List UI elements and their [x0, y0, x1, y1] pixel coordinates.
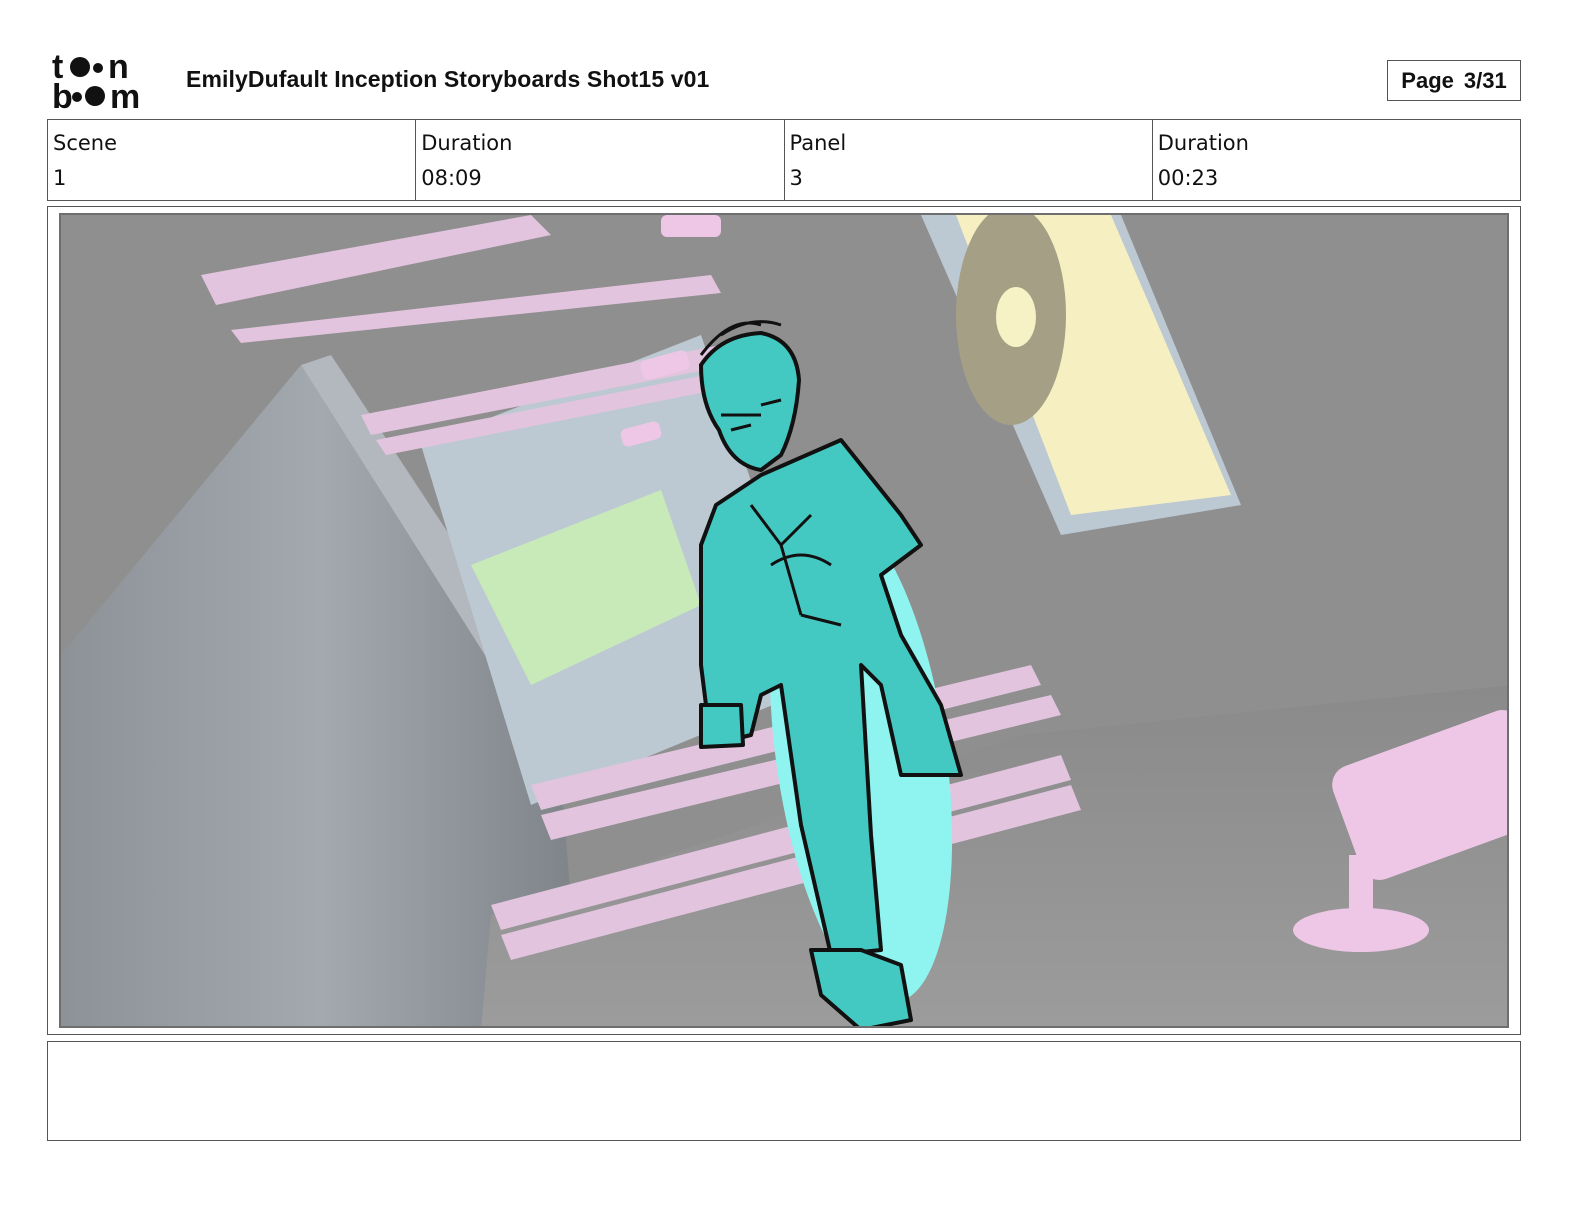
storyboard-drawing [61, 215, 1507, 1026]
panel-duration-label: Duration [1157, 131, 1249, 155]
svg-text:m: m [110, 78, 140, 112]
scene-label: Scene [53, 131, 118, 155]
panel-cell: Panel 3 [785, 120, 1153, 200]
page-indicator: Page 3/31 [1387, 60, 1521, 101]
panel-value: 3 [789, 166, 803, 190]
panel-duration-value: 00:23 [1157, 166, 1219, 190]
scene-duration-cell: Duration 08:09 [416, 120, 785, 200]
panel-duration-cell: Duration 00:23 [1153, 120, 1520, 200]
page-label: Page [1401, 67, 1454, 93]
scene-duration-value: 08:09 [421, 166, 482, 190]
page-number: 3/31 [1463, 67, 1507, 93]
panel-notes-box [47, 1041, 1521, 1141]
panel-info-table: Scene 1 Duration 08:09 Panel 3 Duration … [47, 119, 1521, 201]
toon-boom-logo: t n b m [52, 48, 164, 116]
panel-label: Panel [789, 131, 847, 155]
document-title: EmilyDufault Inception Storyboards Shot1… [186, 66, 710, 92]
scene-cell: Scene 1 [48, 120, 417, 200]
svg-text:b: b [52, 78, 73, 112]
scene-value: 1 [53, 166, 67, 190]
scene-duration-label: Duration [421, 131, 513, 155]
storyboard-panel-image [59, 213, 1509, 1028]
